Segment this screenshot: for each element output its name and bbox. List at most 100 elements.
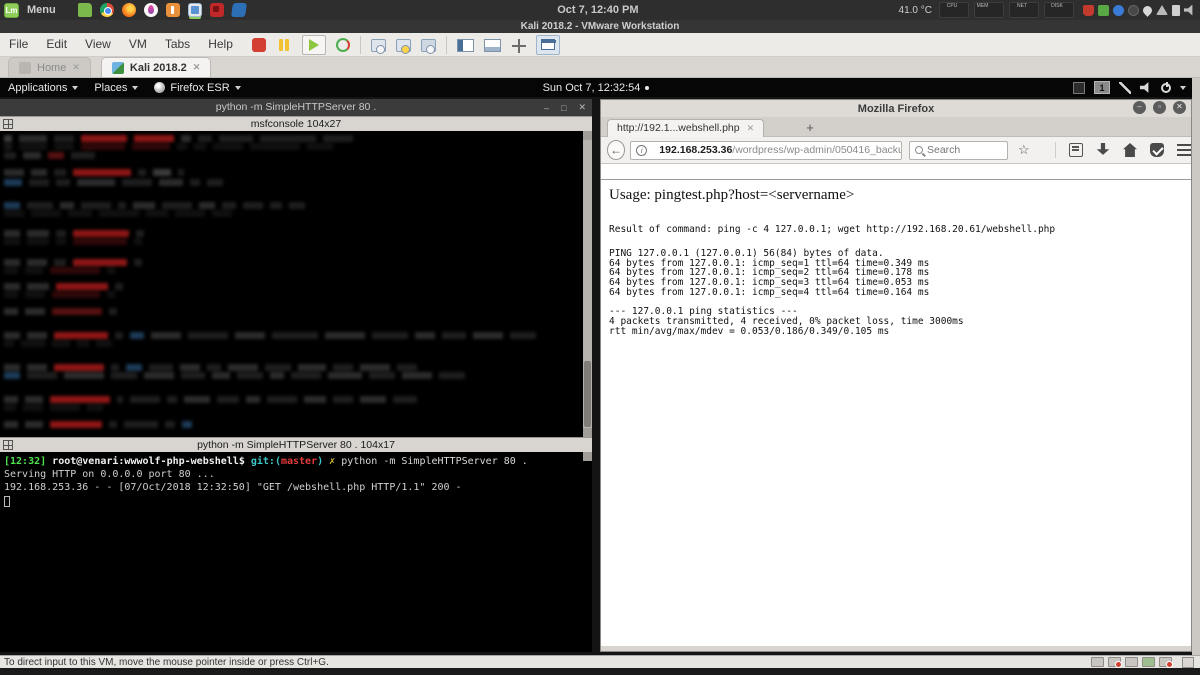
list-item: Serving HTTP on 0.0.0.0 port 80 ... xyxy=(4,468,592,481)
httpserver-pane-header[interactable]: python -m SimpleHTTPServer 80 . 104x17 xyxy=(0,437,592,452)
wifi-icon[interactable] xyxy=(1156,5,1168,15)
firefox-esr-menu[interactable]: Firefox ESR xyxy=(146,82,248,94)
message-log-icon[interactable] xyxy=(1091,657,1104,667)
minimize-icon[interactable]: – xyxy=(544,103,549,113)
unity-mode-button[interactable] xyxy=(511,38,526,53)
close-tab-icon[interactable] xyxy=(747,120,755,137)
chevron-down-icon[interactable] xyxy=(1180,86,1186,90)
firefox-icon[interactable] xyxy=(122,3,136,17)
net-monitor[interactable]: NET xyxy=(1009,2,1039,18)
close-kali-tab-icon[interactable] xyxy=(193,62,201,73)
pen-tool-icon[interactable] xyxy=(1119,82,1131,94)
downloads-icon[interactable] xyxy=(1096,143,1110,157)
menu-view[interactable]: View xyxy=(76,33,120,56)
maximize-icon[interactable]: □ xyxy=(561,103,566,113)
new-tab-button[interactable]: + xyxy=(801,120,819,135)
scroll-up-icon[interactable] xyxy=(583,452,592,461)
updates-icon[interactable] xyxy=(1128,5,1139,16)
file-share-icon[interactable] xyxy=(1098,5,1109,16)
chrome-icon[interactable] xyxy=(100,3,114,17)
display-device-icon[interactable] xyxy=(1142,657,1155,667)
msfconsole-pane-header[interactable]: msfconsole 104x27 xyxy=(0,116,592,131)
msfconsole-scrollbar[interactable] xyxy=(583,131,592,437)
harddisk-device-icon[interactable] xyxy=(1108,657,1121,667)
minimize-icon[interactable]: – xyxy=(1133,101,1146,114)
mem-monitor[interactable]: MEM xyxy=(974,2,1004,18)
library-icon[interactable] xyxy=(1069,143,1083,157)
browser-tab-webshell[interactable]: http://192.1...webshell.php xyxy=(607,119,764,137)
applications-menu[interactable]: Applications xyxy=(0,82,86,94)
revert-snapshot-button[interactable] xyxy=(396,39,411,52)
home-icon[interactable] xyxy=(1123,143,1137,157)
terminal-titlebar[interactable]: python -m SimpleHTTPServer 80 . xyxy=(0,99,592,116)
close-icon[interactable]: ✕ xyxy=(578,102,586,113)
workspace-indicator[interactable]: 1 xyxy=(1094,81,1110,94)
host-menu-button[interactable]: Menu xyxy=(27,4,56,16)
usb-device-icon[interactable] xyxy=(1159,657,1172,667)
kali-tab-icon xyxy=(112,62,124,74)
menu-vm[interactable]: VM xyxy=(120,33,156,56)
network-adapter-icon[interactable] xyxy=(1125,657,1138,667)
vmware-taskbar-icon[interactable] xyxy=(188,3,202,17)
bluetooth-icon[interactable] xyxy=(1113,5,1124,16)
maximize-icon[interactable]: ▫ xyxy=(1153,101,1166,114)
show-console-button[interactable] xyxy=(484,39,501,52)
tab-kali-vm[interactable]: Kali 2018.2 xyxy=(101,57,211,77)
close-icon[interactable]: ✕ xyxy=(1173,101,1186,114)
back-button[interactable]: ← xyxy=(607,140,625,160)
disk-monitor[interactable]: DISK xyxy=(1044,2,1074,18)
firefox-titlebar[interactable]: Mozilla Firefox xyxy=(601,99,1191,117)
search-bar[interactable] xyxy=(909,141,1008,160)
file-manager-icon[interactable] xyxy=(78,3,92,17)
hamburger-menu-icon[interactable] xyxy=(1177,143,1191,157)
kali-volume-icon[interactable] xyxy=(1140,82,1152,94)
scroll-up-icon[interactable] xyxy=(583,131,592,140)
scroll-down-icon[interactable] xyxy=(583,428,592,437)
volume-icon[interactable] xyxy=(1184,5,1196,16)
mint-menu-icon[interactable]: Lm xyxy=(4,3,19,18)
take-snapshot-button[interactable] xyxy=(371,39,386,52)
prompt-time: [12:32] xyxy=(4,456,46,467)
bookmark-star-icon[interactable]: ☆ xyxy=(1018,143,1032,157)
site-info-icon[interactable]: i xyxy=(636,145,647,156)
host-clock[interactable]: Oct 7, 12:40 PM xyxy=(557,4,638,16)
disk-label: DISK xyxy=(1051,3,1063,9)
prompt-user: root@venari:wwwolf-php-webshell$ xyxy=(46,456,251,467)
url-bar[interactable]: i 192.168.253.36/wordpress/wp-admin/0504… xyxy=(630,141,902,160)
search-input[interactable] xyxy=(927,144,1007,156)
menu-edit[interactable]: Edit xyxy=(37,33,76,56)
prompt-command: python -m SimpleHTTPServer 80 . xyxy=(341,456,528,467)
httpserver-pane[interactable]: [12:32] root@venari:wwwolf-php-webshell$… xyxy=(0,452,592,652)
close-home-tab-icon[interactable] xyxy=(72,62,80,73)
security-shield-icon[interactable] xyxy=(1083,5,1094,16)
paint-app-icon[interactable] xyxy=(144,3,158,17)
power-off-button[interactable] xyxy=(252,38,266,52)
power-on-button[interactable] xyxy=(302,35,326,55)
menu-file[interactable]: File xyxy=(0,33,37,56)
mail-app-icon[interactable] xyxy=(231,3,247,17)
show-library-button[interactable] xyxy=(457,39,474,52)
msfconsole-pane[interactable] xyxy=(0,131,592,437)
resize-grip-icon[interactable] xyxy=(1182,657,1194,668)
suspend-button[interactable] xyxy=(276,37,292,53)
kali-panel: Applications Places Firefox ESR Sun Oct … xyxy=(0,78,1192,97)
cpu-monitor[interactable]: CPU xyxy=(939,2,969,18)
fullscreen-button[interactable] xyxy=(536,35,560,55)
location-pin-icon[interactable] xyxy=(1141,4,1154,17)
menu-help[interactable]: Help xyxy=(199,33,242,56)
places-menu[interactable]: Places xyxy=(86,82,146,94)
scrollbar-thumb[interactable] xyxy=(584,361,591,427)
firefox-bottom-edge xyxy=(601,646,1191,651)
display-settings-icon[interactable] xyxy=(1073,82,1085,94)
tab-home[interactable]: Home xyxy=(8,57,91,77)
vmware-statusbar: To direct input to this VM, move the mou… xyxy=(0,655,1200,668)
battery-icon[interactable] xyxy=(1172,5,1180,16)
shell-prompt-line: [12:32] root@venari:wwwolf-php-webshell$… xyxy=(4,455,592,468)
reset-button[interactable] xyxy=(336,38,350,52)
red-app-icon[interactable] xyxy=(210,3,224,17)
finance-app-icon[interactable] xyxy=(166,3,180,17)
manage-snapshots-button[interactable] xyxy=(421,39,436,52)
pocket-icon[interactable] xyxy=(1150,143,1164,157)
menu-tabs[interactable]: Tabs xyxy=(156,33,199,56)
power-menu-icon[interactable] xyxy=(1161,83,1171,93)
